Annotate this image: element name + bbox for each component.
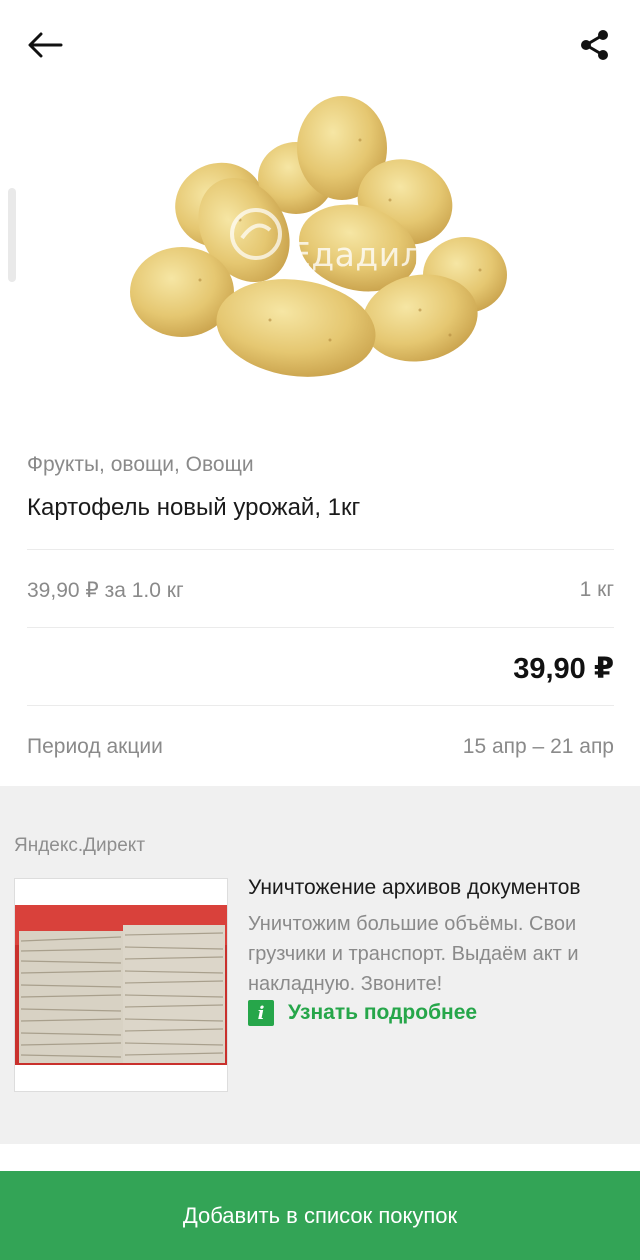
total-price: 39,90 ₽ [513, 653, 614, 685]
ad-learn-more-link[interactable]: i Узнать подробнее [248, 998, 477, 1028]
top-bar [0, 0, 640, 90]
ad-label: Яндекс.Директ [14, 835, 146, 856]
promo-period-label: Период акции [27, 735, 163, 758]
ad-description-line: накладную. Звоните! [248, 973, 443, 995]
ad-link-label: Узнать подробнее [288, 1001, 478, 1024]
ad-description-line: грузчики и транспорт. Выдаём акт и [248, 943, 579, 965]
watermark-text: Едадил [290, 235, 423, 274]
quantity: 1 кг [579, 578, 614, 601]
info-icon: i [248, 1000, 274, 1026]
ad-image[interactable] [14, 878, 228, 1092]
scroll-indicator [8, 188, 16, 282]
product-category: Фрукты, овощи, Овощи [27, 453, 254, 476]
share-icon [581, 30, 608, 60]
ad-description-line: Уничтожим большие объёмы. Свои [248, 913, 577, 935]
add-to-shopping-list-button[interactable]: Добавить в список покупок [0, 1171, 640, 1260]
ad-image-papers [15, 905, 227, 1091]
unit-price: 39,90 ₽ за 1.0 кг [27, 579, 184, 602]
product-title: Картофель новый урожай, 1кг [27, 494, 361, 521]
arrow-left-icon [28, 32, 63, 58]
share-button[interactable] [572, 22, 618, 68]
ad-description: Уничтожим большие объёмы. Свои грузчики … [248, 909, 628, 999]
back-button[interactable] [22, 24, 68, 66]
ad-title[interactable]: Уничтожение архивов документов [248, 876, 628, 900]
divider [27, 549, 614, 550]
divider [27, 705, 614, 706]
divider [27, 627, 614, 628]
promo-period-value: 15 апр – 21 апр [462, 735, 614, 758]
